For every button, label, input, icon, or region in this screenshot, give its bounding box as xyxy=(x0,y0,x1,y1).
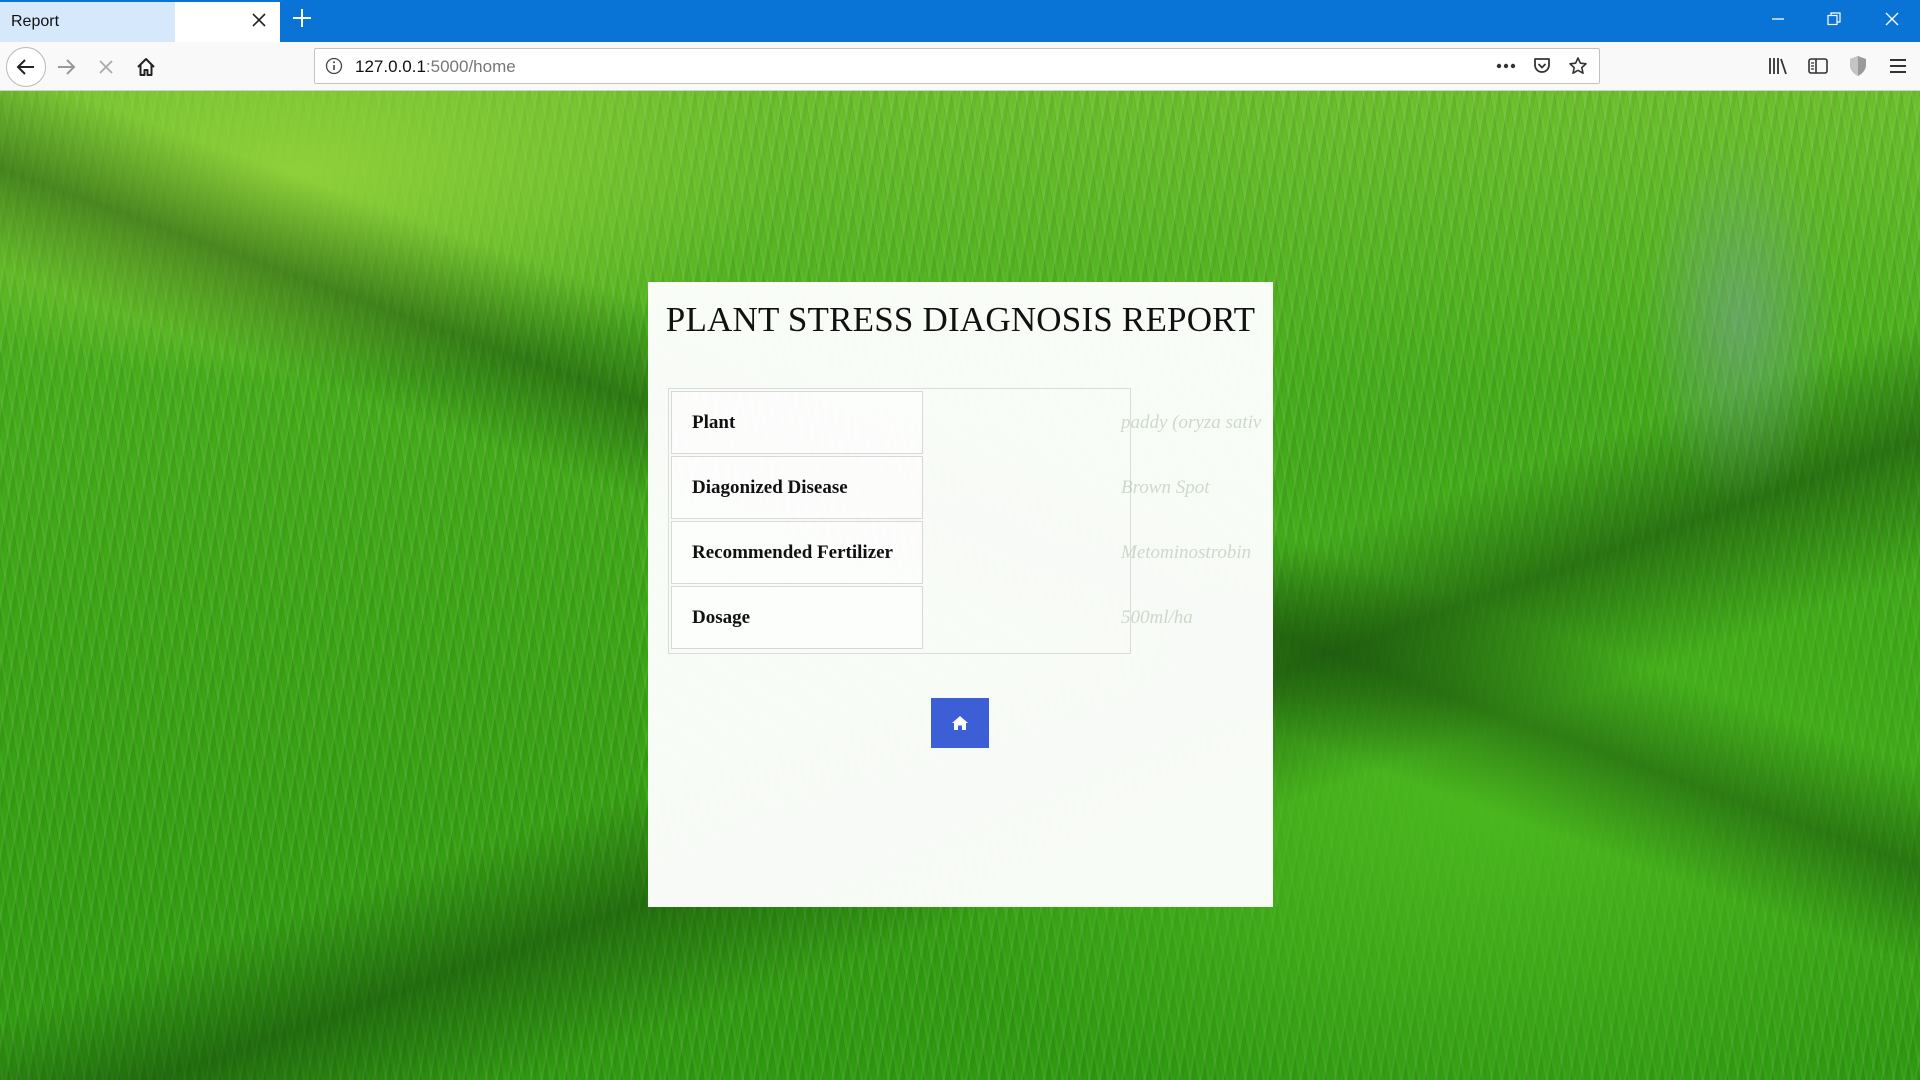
table-row: Plant paddy (oryza sativ xyxy=(671,391,1261,456)
stop-button[interactable] xyxy=(88,49,124,85)
table-row: Dosage 500ml/ha xyxy=(671,586,1193,651)
pocket-icon[interactable] xyxy=(1531,55,1553,77)
library-icon[interactable] xyxy=(1766,54,1790,78)
row-label: Dosage xyxy=(671,586,923,649)
report-table: Plant paddy (oryza sativ Diagonized Dise… xyxy=(668,388,1261,654)
new-tab-button[interactable] xyxy=(288,7,316,35)
row-label: Diagonized Disease xyxy=(671,456,923,519)
row-value: 500ml/ha xyxy=(1121,607,1193,628)
home-button[interactable] xyxy=(931,698,989,748)
page-background: PLANT STRESS DIAGNOSIS REPORT Plant padd… xyxy=(0,91,1920,1080)
menu-icon[interactable] xyxy=(1886,54,1910,78)
home-icon xyxy=(952,716,968,730)
site-info-icon[interactable] xyxy=(325,57,343,75)
row-label: Plant xyxy=(671,391,923,454)
shield-icon[interactable] xyxy=(1846,54,1870,78)
row-value: Metominostrobin xyxy=(1121,542,1252,563)
row-value: Brown Spot xyxy=(1121,477,1210,498)
browser-tabbar: Report xyxy=(0,0,1920,42)
tab-title: Report xyxy=(11,13,60,30)
back-arrow-icon xyxy=(16,59,34,75)
minimize-button[interactable] xyxy=(1750,0,1806,42)
restore-button[interactable] xyxy=(1806,0,1862,42)
home-nav-button[interactable] xyxy=(128,49,164,85)
row-label: Recommended Fertilizer xyxy=(671,521,923,584)
page-actions-icon[interactable] xyxy=(1495,55,1517,77)
url-path: :5000/home xyxy=(425,57,516,76)
row-value: paddy (oryza sativ xyxy=(1121,412,1262,433)
close-tab-icon[interactable] xyxy=(249,11,269,31)
forward-button[interactable] xyxy=(48,49,84,85)
forward-arrow-icon xyxy=(58,59,76,75)
report-title: PLANT STRESS DIAGNOSIS REPORT xyxy=(665,300,1256,339)
tab-report[interactable]: Report xyxy=(0,2,280,42)
house-icon xyxy=(137,58,155,76)
url-text[interactable]: 127.0.0.1:5000/home xyxy=(355,57,516,77)
address-bar[interactable]: 127.0.0.1:5000/home xyxy=(314,48,1600,84)
table-row: Diagonized Disease Brown Spot xyxy=(671,456,1210,521)
close-window-button[interactable] xyxy=(1864,0,1920,42)
back-button[interactable] xyxy=(6,47,46,87)
report-card: PLANT STRESS DIAGNOSIS REPORT Plant padd… xyxy=(648,282,1273,907)
url-host: 127.0.0.1 xyxy=(355,57,426,76)
bookmark-star-icon[interactable] xyxy=(1567,55,1589,77)
table-row: Recommended Fertilizer Metominostrobin xyxy=(671,521,1251,586)
sidebar-icon[interactable] xyxy=(1806,54,1830,78)
navigation-toolbar: 127.0.0.1:5000/home xyxy=(0,42,1920,91)
stop-icon xyxy=(99,60,113,74)
